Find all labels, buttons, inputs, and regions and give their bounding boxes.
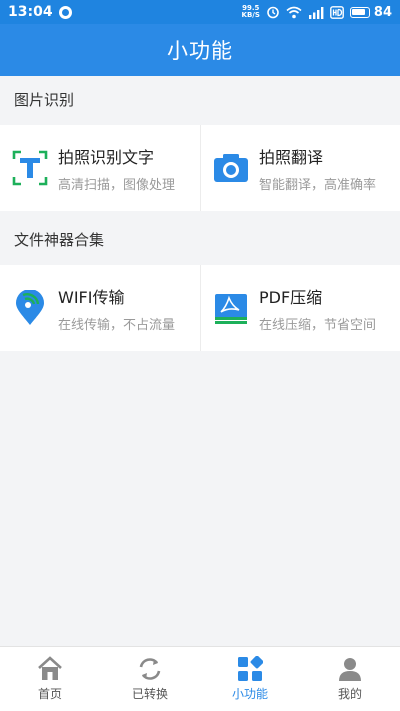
- nav-item-mine[interactable]: 我的: [300, 647, 400, 711]
- card-row-file-tools: WIFI传输 在线传输，不占流量 PDF压缩 在线压缩，节省空间: [0, 265, 400, 351]
- refresh-icon: [137, 656, 163, 682]
- nav-item-converted[interactable]: 已转换: [100, 647, 200, 711]
- card-row-image-recognition: 拍照识别文字 高清扫描，图像处理 拍照翻译 智能翻译，高准确率: [0, 125, 400, 211]
- nav-label: 已转换: [131, 687, 168, 701]
- nav-label: 首页: [37, 687, 62, 701]
- page-title: 小功能: [167, 39, 233, 63]
- home-icon: [37, 656, 63, 682]
- bottom-nav: 首页 已转换 小功能 我的: [0, 646, 400, 711]
- status-bar: 13:04 99.5 KB/S 84: [0, 0, 400, 24]
- status-time: 13:04: [8, 4, 53, 20]
- pdf-compress-icon: [213, 290, 249, 326]
- alarm-icon: [266, 5, 280, 19]
- card-subtitle: 高清扫描，图像处理: [58, 177, 176, 193]
- card-text: WIFI传输 在线传输，不占流量: [58, 284, 175, 333]
- card-wifi-transfer[interactable]: WIFI传输 在线传输，不占流量: [0, 265, 200, 351]
- hd-icon: [330, 5, 344, 19]
- signal-icon: [308, 6, 324, 19]
- card-title: PDF压缩: [259, 287, 323, 307]
- battery-icon: 84: [349, 4, 392, 20]
- net-speed-unit: KB/S: [241, 11, 260, 19]
- section-header-image-recognition: 图片识别: [0, 76, 400, 122]
- card-photo-translate[interactable]: 拍照翻译 智能翻译，高准确率: [200, 125, 400, 211]
- card-text: 拍照识别文字 高清扫描，图像处理: [58, 144, 175, 193]
- grid-icon: [237, 655, 264, 682]
- net-speed: 99.5 KB/S: [242, 5, 260, 19]
- card-text: PDF压缩 在线压缩，节省空间: [259, 284, 376, 333]
- battery-percent: 84: [373, 4, 392, 20]
- notification-icon: [58, 5, 72, 19]
- card-pdf-compress[interactable]: PDF压缩 在线压缩，节省空间: [200, 265, 400, 351]
- card-text: 拍照翻译 智能翻译，高准确率: [259, 144, 376, 193]
- status-right: 99.5 KB/S 84: [242, 5, 392, 20]
- title-bar: 小功能: [0, 24, 400, 76]
- card-subtitle: 在线压缩，节省空间: [259, 317, 377, 333]
- wifi-location-icon: [12, 289, 48, 326]
- text-recognition-icon: [12, 150, 48, 186]
- card-subtitle: 在线传输，不占流量: [58, 317, 176, 333]
- nav-label: 小功能: [231, 687, 268, 701]
- section-header-file-tools: 文件神器合集: [0, 216, 400, 262]
- card-photo-text-recognition[interactable]: 拍照识别文字 高清扫描，图像处理: [0, 125, 200, 211]
- camera-icon: [213, 150, 249, 186]
- wifi-icon: [286, 6, 302, 19]
- nav-item-tools[interactable]: 小功能: [200, 647, 300, 711]
- card-subtitle: 智能翻译，高准确率: [259, 177, 377, 193]
- card-title: 拍照翻译: [259, 147, 324, 167]
- card-title: 拍照识别文字: [58, 147, 155, 167]
- nav-label: 我的: [337, 687, 362, 701]
- nav-item-home[interactable]: 首页: [0, 647, 100, 711]
- user-icon: [337, 656, 363, 682]
- card-title: WIFI传输: [58, 287, 125, 307]
